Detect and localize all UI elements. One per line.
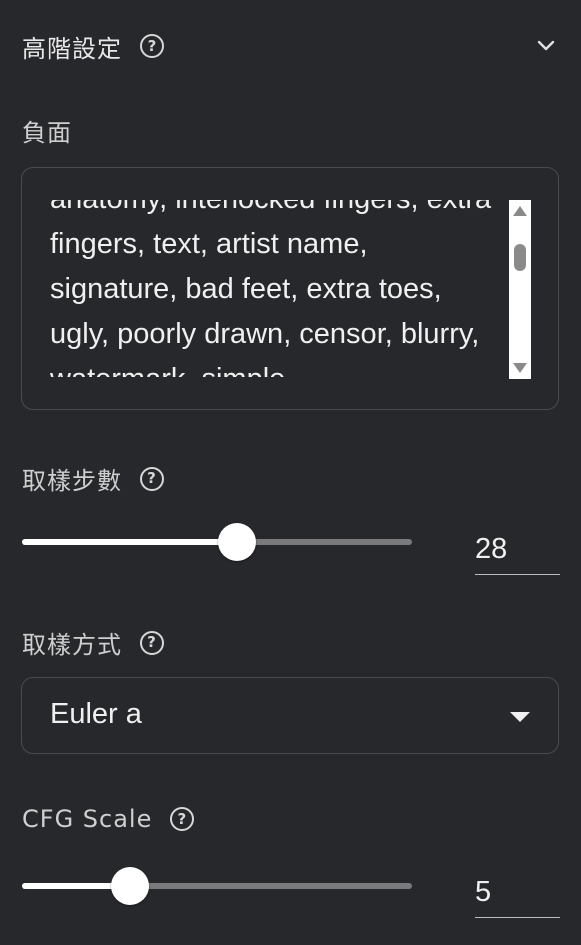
cfg-scale-input[interactable]: 5 <box>475 870 560 918</box>
sampler-label: 取樣方式 ? <box>22 625 164 660</box>
slider-thumb[interactable] <box>218 523 256 561</box>
sampling-steps-label: 取樣步數 ? <box>22 461 164 496</box>
slider-thumb[interactable] <box>111 867 149 905</box>
advanced-settings-header[interactable]: 高階設定 ? <box>22 28 557 64</box>
help-icon[interactable]: ? <box>140 466 164 491</box>
slider-fill <box>22 539 237 545</box>
help-icon[interactable]: ? <box>170 807 195 831</box>
negative-prompt-text: anatomy, interlocked fingers, extra fing… <box>50 200 491 377</box>
scroll-down-arrow-icon[interactable] <box>513 363 527 373</box>
textarea-scrollbar[interactable] <box>509 200 531 379</box>
cfg-scale-label: CFG Scale ? <box>22 805 195 833</box>
cfg-scale-value: 5 <box>475 876 492 908</box>
negative-prompt-label-text: 負面 <box>22 119 72 147</box>
help-icon[interactable]: ? <box>140 34 164 58</box>
sampling-steps-input[interactable]: 28 <box>475 527 560 575</box>
cfg-scale-label-text: CFG Scale <box>22 805 153 833</box>
negative-prompt-textarea[interactable]: anatomy, interlocked fingers, extra fing… <box>21 167 559 410</box>
textarea-viewport: anatomy, interlocked fingers, extra fing… <box>22 200 558 377</box>
cfg-scale-slider[interactable] <box>22 866 412 906</box>
scroll-thumb[interactable] <box>514 244 526 271</box>
chevron-down-icon[interactable] <box>535 35 557 57</box>
advanced-settings-panel: 高階設定 ? 負面 anatomy, interlocked fingers, … <box>0 0 581 945</box>
section-title: 高階設定 <box>22 34 122 63</box>
sampling-steps-slider[interactable] <box>22 522 412 562</box>
sampler-selected-value: Euler a <box>50 698 142 730</box>
sampler-select[interactable]: Euler a <box>21 677 559 754</box>
sampler-label-text: 取樣方式 <box>22 631 122 659</box>
sampling-steps-label-text: 取樣步數 <box>22 467 122 495</box>
negative-prompt-label: 負面 <box>22 113 72 148</box>
scroll-up-arrow-icon[interactable] <box>513 206 527 216</box>
sampling-steps-value: 28 <box>475 533 508 565</box>
caret-down-icon <box>510 712 530 722</box>
help-icon[interactable]: ? <box>140 630 164 655</box>
